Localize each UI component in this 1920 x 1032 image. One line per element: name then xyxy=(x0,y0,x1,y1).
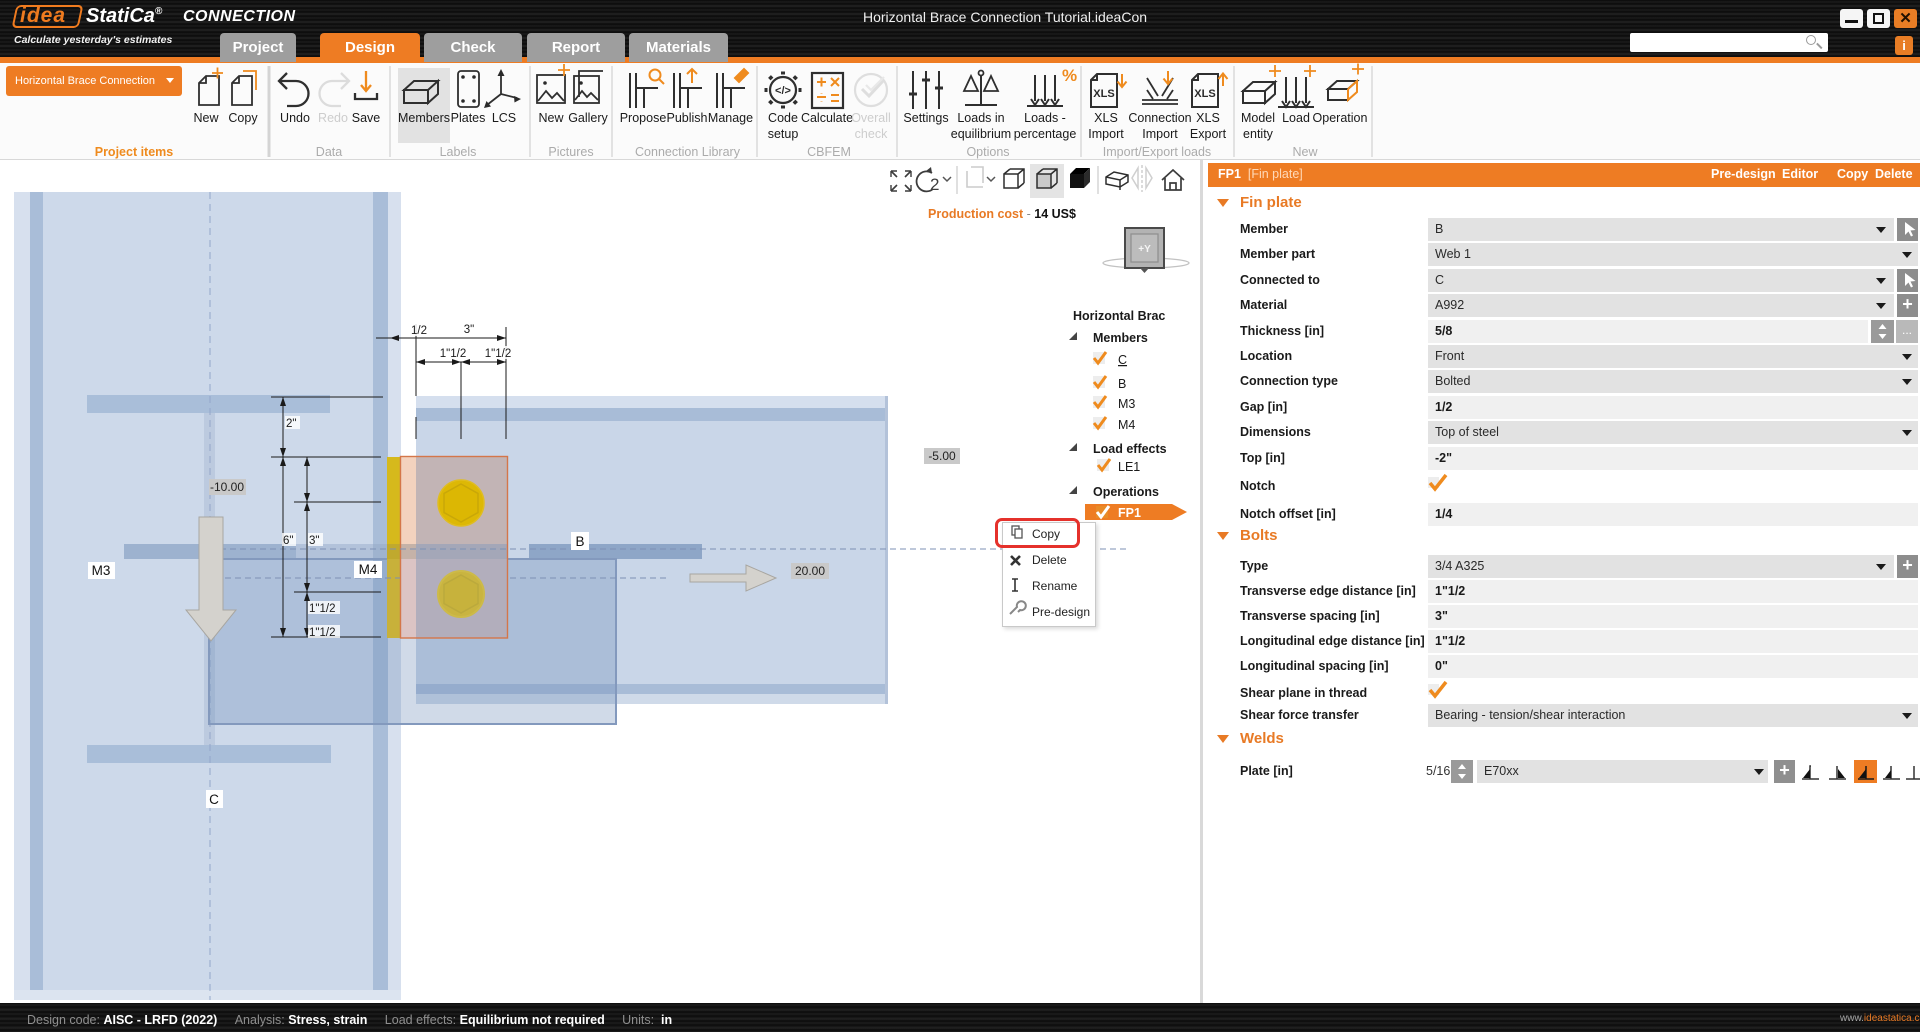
svg-text:1"1/2: 1"1/2 xyxy=(485,348,511,360)
svg-text:1/2: 1/2 xyxy=(411,325,427,337)
svg-text:Operations: Operations xyxy=(1093,485,1159,499)
svg-text:FP1: FP1 xyxy=(1118,506,1141,520)
svg-text:-10.00: -10.00 xyxy=(210,480,244,494)
svg-text:3": 3" xyxy=(309,535,319,547)
svg-text:Members: Members xyxy=(1093,331,1148,345)
svg-text:M4: M4 xyxy=(359,562,378,577)
svg-text:%: % xyxy=(1062,66,1077,85)
svg-text:Load effects: Load effects xyxy=(1093,442,1167,456)
svg-text:6": 6" xyxy=(283,535,293,547)
svg-text:M4: M4 xyxy=(1118,418,1135,432)
svg-text:XLS: XLS xyxy=(1194,88,1215,100)
svg-text:2": 2" xyxy=(286,418,296,430)
svg-text:M3: M3 xyxy=(92,563,111,578)
svg-text:B: B xyxy=(1118,377,1126,391)
svg-text:3": 3" xyxy=(464,324,474,336)
svg-text:C: C xyxy=(209,792,219,807)
svg-text:20.00: 20.00 xyxy=(795,564,825,578)
svg-text:XLS: XLS xyxy=(1093,88,1114,100)
svg-text:LE1: LE1 xyxy=(1118,460,1140,474)
svg-text:1"1/2: 1"1/2 xyxy=(309,627,335,639)
svg-text:1"1/2: 1"1/2 xyxy=(309,603,335,615)
svg-text:B: B xyxy=(575,534,584,549)
svg-text:</>: </> xyxy=(775,85,791,97)
svg-text:1"1/2: 1"1/2 xyxy=(440,348,466,360)
svg-text:Pre-design: Pre-design xyxy=(1032,605,1090,619)
svg-text:Rename: Rename xyxy=(1032,579,1078,593)
svg-text:C: C xyxy=(1118,353,1127,367)
svg-text:2: 2 xyxy=(930,175,939,194)
svg-text:M3: M3 xyxy=(1118,397,1135,411)
svg-text:Delete: Delete xyxy=(1032,553,1067,567)
svg-text:Horizontal Brac: Horizontal Brac xyxy=(1073,309,1165,323)
